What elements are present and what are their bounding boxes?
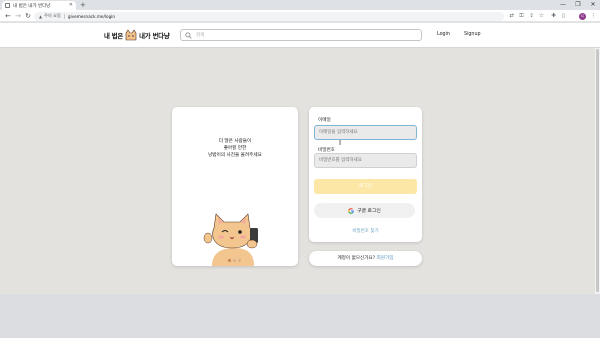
email-label: 이메일	[318, 118, 331, 123]
nav-login-link[interactable]: Login	[437, 32, 450, 37]
email-field[interactable]	[314, 125, 417, 140]
site-logo[interactable]: 내 법은 내가 번다냥	[104, 28, 170, 42]
text-cursor-icon: I	[339, 139, 342, 147]
cat-selfie-illustration	[203, 213, 258, 266]
slide-indicator	[228, 259, 242, 262]
reload-icon[interactable]: ↻	[23, 11, 33, 21]
security-label[interactable]: 주의 요함	[44, 13, 61, 19]
maximize-icon[interactable]: ❐	[571, 0, 585, 10]
search-icon	[185, 31, 192, 39]
logo-text-right: 내가 번다냥	[139, 31, 170, 40]
profile-avatar[interactable]: G	[579, 13, 586, 20]
warning-icon[interactable]: ▲	[39, 14, 42, 19]
google-login-button[interactable]: 구글 로그인	[314, 203, 415, 218]
signup-link[interactable]: 회원가입	[377, 256, 394, 261]
forward-icon[interactable]: →	[13, 11, 23, 21]
extensions-icon[interactable]: ✚	[549, 11, 558, 21]
signup-prompt-text: 계정이 없으신가요?	[337, 256, 376, 261]
address-bar[interactable]: ▲ 주의 요함 givemesnack.me/login	[34, 11, 504, 21]
search-input[interactable]: 검색	[196, 32, 204, 38]
google-icon	[348, 207, 354, 214]
browser-tab-bar: 내 법은 내가 번다냥 ✕ + — ❐ ✕	[0, 0, 600, 10]
browser-toolbar: ← → ↻ ▲ 주의 요함 givemesnack.me/login ⇄ ⚿ ⇪…	[0, 10, 600, 22]
back-icon[interactable]: ←	[3, 11, 13, 21]
translate-icon[interactable]: ⇄	[507, 11, 516, 21]
page-background	[0, 48, 600, 294]
share-icon[interactable]: ⇪	[527, 11, 536, 21]
search-bar[interactable]: 검색	[180, 29, 422, 41]
tab-close-icon[interactable]: ✕	[69, 3, 73, 8]
cat-logo-icon	[125, 29, 137, 41]
promo-line-2: 좋아할 만한	[223, 146, 247, 151]
bookmark-star-icon[interactable]: ☆	[537, 11, 546, 21]
slide-dot[interactable]	[228, 259, 231, 262]
tab-favicon-icon	[5, 3, 10, 8]
scrollbar-thumb[interactable]	[596, 49, 599, 292]
slide-dot[interactable]	[233, 259, 236, 262]
menu-icon[interactable]: ⋮	[589, 11, 598, 21]
google-login-label: 구글 로그인	[357, 209, 381, 214]
browser-tab[interactable]: 내 법은 내가 번다냥 ✕	[2, 1, 76, 10]
url-text[interactable]: givemesnack.me/login	[68, 14, 115, 19]
tab-title: 내 법은 내가 번다냥	[13, 3, 51, 9]
window-close-icon[interactable]: ✕	[586, 0, 600, 10]
new-tab-button[interactable]: +	[80, 1, 86, 9]
promo-line-3: 냥밥이의 사진을 올려주세요	[208, 153, 262, 158]
address-divider	[63, 13, 65, 19]
login-form: 이메일 비밀번호 로그인 구글 로그인 비밀번호 찾기	[309, 107, 422, 242]
promo-line-1: 더 많은 사람들이	[218, 139, 252, 144]
signup-prompt: 계정이 없으신가요? 회원가입	[309, 251, 422, 266]
key-icon[interactable]: ⚿	[517, 11, 526, 21]
slide-dot[interactable]	[238, 259, 241, 262]
sidebar-icon[interactable]: ▯	[559, 11, 568, 21]
login-button[interactable]: 로그인	[314, 179, 417, 194]
site-header: 내 법은 내가 번다냥 검색 Login Signup	[0, 23, 600, 47]
password-field[interactable]	[314, 153, 417, 168]
minimize-icon[interactable]: —	[556, 0, 570, 10]
find-password-link[interactable]: 비밀번호 찾기	[309, 228, 422, 234]
logo-text-left: 내 법은	[104, 31, 124, 40]
nav-signup-link[interactable]: Signup	[464, 32, 481, 37]
promo-phone-card: 더 많은 사람들이 좋아할 만한 냥밥이의 사진을 올려주세요	[172, 107, 298, 266]
taskbar-area	[0, 294, 600, 338]
